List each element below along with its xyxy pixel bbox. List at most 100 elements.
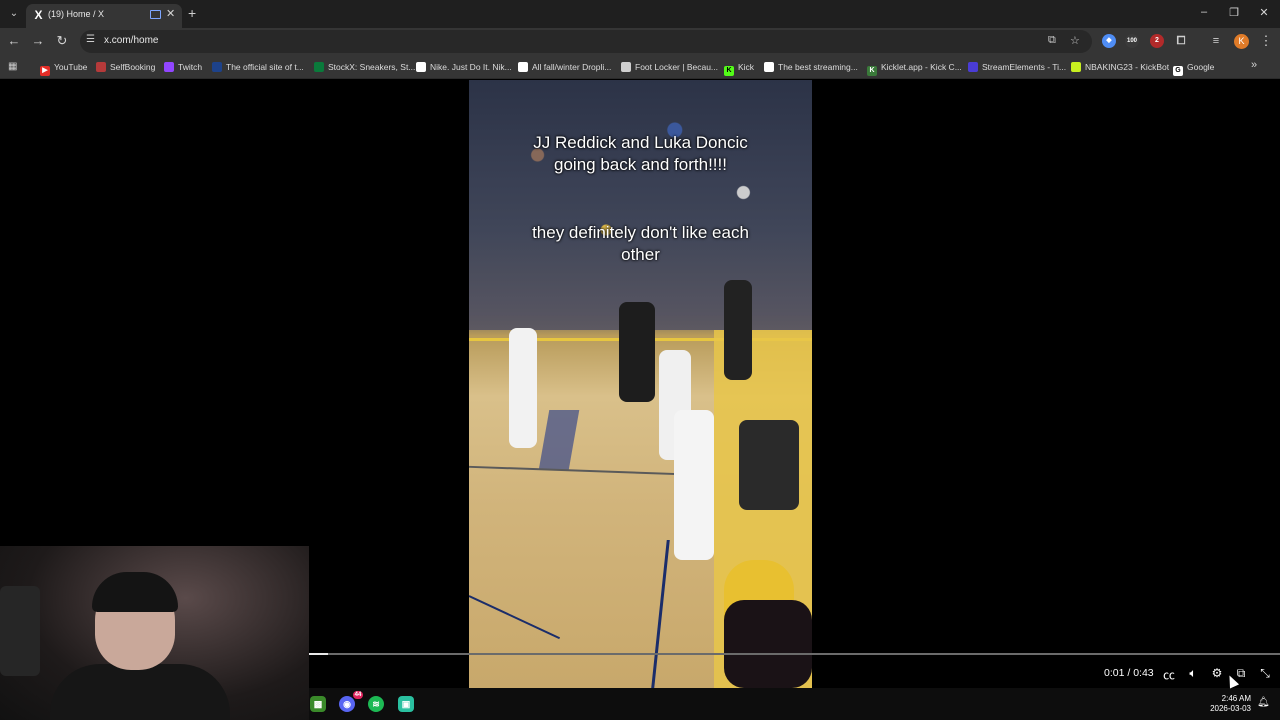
clock-time: 2:46 AM	[1221, 694, 1251, 703]
microphone-arm	[0, 586, 40, 676]
crowd-scene	[469, 80, 812, 330]
chrome-menu-icon[interactable]: ⋮	[1258, 33, 1274, 49]
new-tab-button[interactable]: +	[188, 5, 196, 21]
bookmark-item[interactable]: All fall/winter Dropli...	[518, 61, 611, 74]
close-tab-icon[interactable]: ✕	[166, 7, 175, 20]
url-text[interactable]: x.com/home	[104, 35, 158, 46]
bookmark-label: Nike. Just Do It. Nik...	[430, 62, 512, 72]
apps-grid-icon[interactable]: ▦	[8, 61, 17, 72]
bookmark-favicon-icon	[212, 62, 222, 72]
tab-title: (19) Home / X	[48, 9, 105, 19]
court-arc	[469, 595, 561, 640]
video-time-display: 0:01 / 0:43	[1104, 667, 1154, 679]
bookmark-favicon-icon	[764, 62, 774, 72]
webcam-overlay	[0, 546, 309, 720]
bookmark-favicon-icon	[96, 62, 106, 72]
bookmark-favicon-icon: G	[1173, 66, 1183, 76]
bookmark-favicon-icon: ▶	[40, 66, 50, 76]
captions-icon[interactable]: ㏄	[1162, 666, 1176, 683]
bookmark-label: StockX: Sneakers, St...	[328, 62, 416, 72]
court-line-vertical	[651, 540, 670, 688]
media-control-icon[interactable]: ≡	[1209, 34, 1223, 48]
reload-icon[interactable]: ↻	[54, 33, 70, 49]
video-progress-bar[interactable]	[309, 653, 1280, 655]
tab-home-x[interactable]: X (19) Home / X ✕	[26, 4, 182, 28]
system-clock[interactable]: 2:46 AM 2026-03-03	[1209, 694, 1251, 714]
foreground-hand	[724, 600, 812, 688]
bookmark-favicon-icon: K	[724, 66, 734, 76]
bookmark-item[interactable]: Foot Locker | Becau...	[621, 61, 718, 74]
bookmark-item[interactable]: SelfBooking	[96, 61, 155, 74]
player-15	[674, 410, 714, 560]
video-player[interactable]: JJ Reddick and Luka Doncic going back an…	[469, 80, 812, 688]
settings-gear-icon[interactable]: ⚙	[1210, 666, 1224, 680]
site-info-icon[interactable]: ☰	[86, 34, 95, 45]
bookmark-label: SelfBooking	[110, 62, 156, 72]
profile-avatar[interactable]: K	[1234, 34, 1249, 49]
spotify-icon[interactable]: ≋	[368, 696, 384, 712]
x-logo-icon: X	[34, 8, 43, 22]
bookmark-label: Kicklet.app - Kick C...	[881, 62, 962, 72]
picture-in-picture-icon[interactable]	[150, 10, 161, 19]
bookmark-favicon-icon	[164, 62, 174, 72]
court-midline	[469, 465, 709, 477]
bookmark-item[interactable]: ▶ YouTube	[40, 61, 87, 76]
streamer-body	[50, 664, 230, 720]
player-36	[509, 328, 537, 448]
bookmark-label: Kick	[738, 62, 755, 72]
notification-bell-icon[interactable]: 🔔︎	[1257, 697, 1270, 708]
bookmark-item[interactable]: G Google	[1173, 61, 1215, 76]
bookmark-star-icon[interactable]: ☆	[1070, 34, 1080, 47]
bookmark-item[interactable]: K Kick	[724, 61, 755, 76]
bookmark-label: StreamElements - Ti...	[982, 62, 1067, 72]
bookmark-label: Google	[1187, 62, 1215, 72]
bookmark-label: The best streaming...	[778, 62, 858, 72]
bookmark-item[interactable]: Twitch	[164, 61, 202, 74]
bookmark-item[interactable]: Nike. Just Do It. Nik...	[416, 61, 512, 74]
extension-100-icon[interactable]: 100	[1125, 34, 1139, 48]
close-window-button[interactable]: ✕	[1256, 6, 1272, 19]
install-app-icon[interactable]: ⧉	[1048, 34, 1056, 47]
clock-date: 2026-03-03	[1210, 704, 1251, 713]
bookmarks-bar: ▦ ▶ YouTube SelfBooking Twitch The official …	[0, 55, 1280, 79]
bookmark-item[interactable]: The best streaming...	[764, 61, 858, 74]
taskbar: ▩ ◉ 44 ≋ ▣ 2:46 AM 2026-03-03 🔔︎	[309, 688, 1280, 720]
bookmark-favicon-icon	[416, 62, 426, 72]
video-caption-title: JJ Reddick and Luka Doncic going back an…	[533, 133, 748, 174]
exit-fullscreen-icon[interactable]: ⤡	[1258, 666, 1272, 681]
video-caption-subtitle: they definitely don't like each other	[532, 223, 749, 264]
extension-blue-icon[interactable]: ◆	[1102, 34, 1116, 48]
bookmark-favicon-icon	[314, 62, 324, 72]
discord-icon[interactable]: ◉	[339, 696, 355, 712]
bookmark-favicon-icon	[518, 62, 528, 72]
bookmark-favicon-icon	[621, 62, 631, 72]
bench-person	[739, 420, 799, 510]
coach-standing	[724, 280, 752, 380]
bookmark-favicon-icon: K	[867, 66, 877, 76]
app-teal-icon[interactable]: ▣	[398, 696, 414, 712]
bookmark-label: Foot Locker | Becau...	[635, 62, 718, 72]
more-bookmarks-chevron-icon[interactable]: »	[1251, 59, 1257, 71]
bookmark-label: Twitch	[178, 62, 203, 72]
bookmark-item[interactable]: K Kicklet.app - Kick C...	[867, 61, 962, 76]
extensions-puzzle-icon[interactable]: ⧠	[1174, 34, 1188, 48]
bookmark-item[interactable]: NBAKING23 - KickBot	[1071, 61, 1169, 74]
forward-arrow-icon[interactable]: →	[30, 33, 46, 48]
streamer-hair	[92, 572, 178, 612]
extension-red-icon[interactable]: 2	[1150, 34, 1164, 48]
volume-icon[interactable]: 🔈︎	[1186, 666, 1200, 681]
minecraft-icon[interactable]: ▩	[310, 696, 326, 712]
bookmark-item[interactable]: The official site of t...	[212, 61, 304, 74]
bookmark-item[interactable]: StreamElements - Ti...	[968, 61, 1066, 74]
referee	[619, 302, 655, 402]
discord-badge: 44	[353, 691, 363, 699]
bookmark-label: NBAKING23 - KickBot	[1085, 62, 1170, 72]
address-bar[interactable]: ☰ x.com/home ⧉ ☆	[80, 30, 1092, 53]
restore-button[interactable]: ❐	[1226, 6, 1242, 19]
back-arrow-icon[interactable]: ←	[6, 33, 22, 48]
minimize-button[interactable]: –	[1196, 6, 1212, 18]
bookmark-item[interactable]: StockX: Sneakers, St...	[314, 61, 415, 74]
tab-search-chevron-icon[interactable]: ⌄	[5, 5, 23, 23]
browser-toolbar: ← → ↻ ☰ x.com/home ⧉ ☆ ◆ 100 2 ⧠ ≡ K ⋮	[0, 28, 1280, 55]
bookmark-favicon-icon	[1071, 62, 1081, 72]
